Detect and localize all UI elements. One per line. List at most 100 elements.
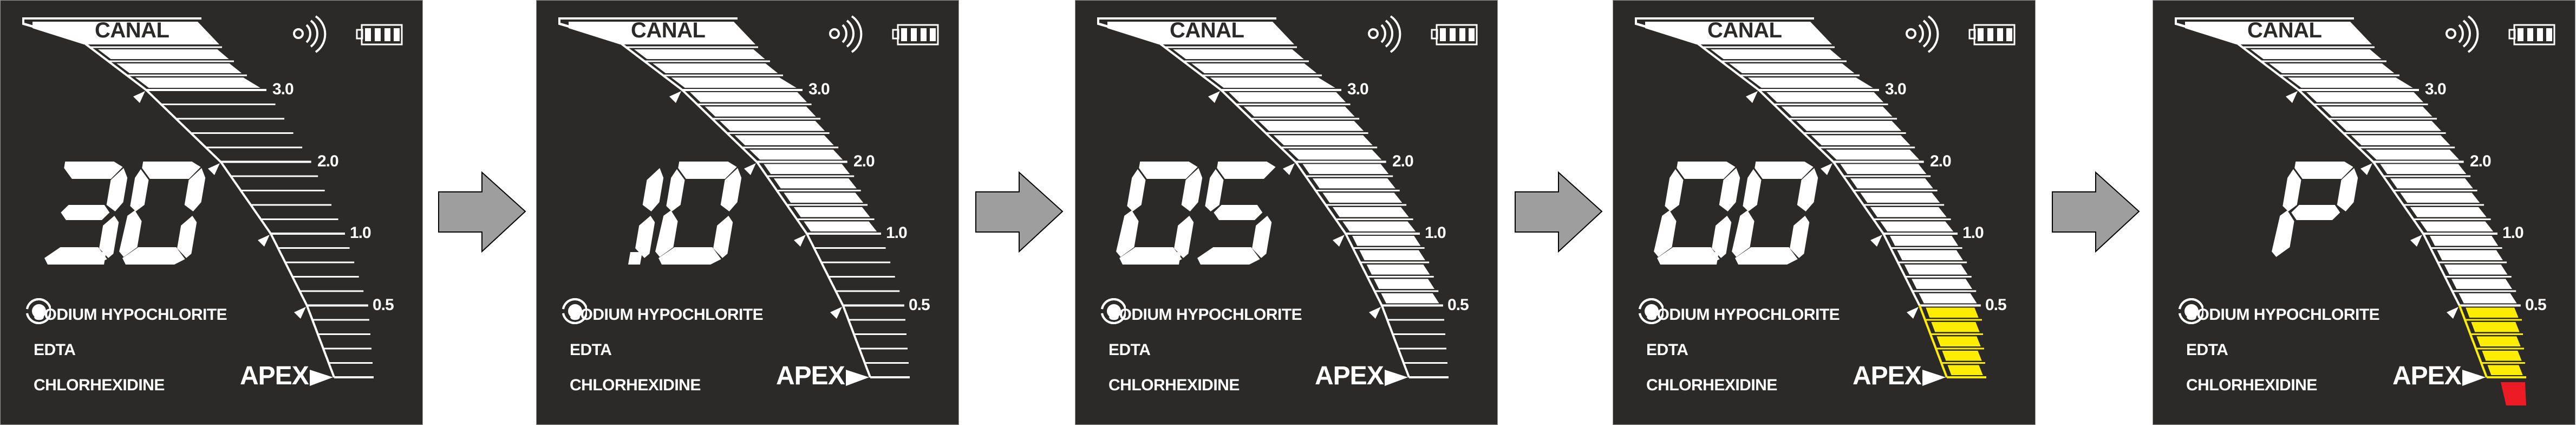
depth-segment — [1374, 279, 1434, 289]
irrigant-option-chlorhexidine[interactable]: CHLORHEXIDINE — [559, 298, 763, 403]
apex-locator-display-3: CANAL 3.0 2.0 1.0 0.5 APEX SODIUM HYPOCHLOR… — [1075, 0, 1498, 425]
scale-label-2-0: 2.0 — [317, 152, 339, 170]
depth-segment — [1870, 207, 1947, 217]
seven-segment-readout — [1654, 162, 1818, 265]
irrigant-option-sodium-hypochlorite[interactable]: SODIUM HYPOCHLORITE — [2175, 297, 2380, 332]
irrigant-option-chlorhexidine[interactable]: CHLORHEXIDINE — [1635, 298, 1840, 403]
apex-locator-display-1: CANAL 3.0 2.0 1.0 0.5 APEX SODIUM HYPOCHLOR… — [0, 0, 423, 425]
irrigant-option-edta[interactable]: EDTA — [559, 298, 763, 368]
top-depth-segment — [1747, 78, 1873, 88]
digit-segment-a — [678, 162, 737, 179]
irrigant-option-label: SODIUM HYPOCHLORITE — [34, 305, 227, 324]
scale-marker-icon — [794, 235, 806, 247]
seven-segment-readout — [1116, 162, 1276, 265]
depth-segment — [1890, 236, 1959, 246]
top-depth-segment — [1173, 49, 1304, 59]
irrigant-option-edta[interactable]: EDTA — [1098, 298, 1302, 368]
irrigant-option-chlorhexidine[interactable]: CHLORHEXIDINE — [23, 298, 227, 403]
scale-marker-icon — [2447, 307, 2458, 319]
seven-segment-readout — [2272, 162, 2358, 257]
irrigant-option-label: SODIUM HYPOCHLORITE — [1108, 305, 1302, 324]
scale-marker-icon — [1283, 163, 1295, 175]
irrigant-option-label: EDTA — [1108, 340, 1151, 359]
depth-segment — [2336, 121, 2442, 131]
apex-arrow-icon — [2462, 370, 2486, 386]
scale-marker-icon — [2410, 235, 2422, 247]
apex-arrow-icon — [1922, 370, 1946, 386]
digit-segment-g — [61, 205, 110, 220]
overshoot-segment — [2501, 382, 2526, 405]
scale-marker-icon — [2286, 91, 2298, 103]
radio-unselected-icon — [1639, 298, 1664, 324]
scale-marker-icon — [1333, 235, 1345, 247]
digit-segment-c — [177, 216, 197, 258]
irrigant-option-chlorhexidine[interactable]: CHLORHEXIDINE — [2175, 298, 2379, 403]
scale-marker-icon — [2360, 163, 2372, 175]
irrigant-option-chlorhexidine[interactable]: CHLORHEXIDINE — [1098, 298, 1302, 403]
apex-label: APEX — [1853, 362, 1922, 390]
digit-segment-b — [642, 168, 664, 211]
irrigant-option-edta[interactable]: EDTA — [1635, 298, 1840, 368]
scale-marker-icon — [1907, 307, 1919, 319]
scale-label-0-5: 0.5 — [2525, 296, 2547, 314]
scale-label-1-0: 1.0 — [2502, 224, 2524, 242]
depth-segment — [1342, 221, 1416, 231]
depth-segment — [773, 178, 857, 189]
depth-segment — [1860, 192, 1940, 203]
irrigant-option-sodium-hypochlorite[interactable]: SODIUM HYPOCHLORITE — [1635, 297, 1840, 332]
depth-segment — [734, 135, 834, 145]
canal-label: CANAL — [2247, 18, 2322, 42]
depth-segment — [1766, 92, 1884, 102]
warning-depth-segment — [1931, 322, 1980, 332]
digit-segment-f — [1743, 169, 1762, 211]
depth-segment — [2366, 150, 2460, 160]
depth-segment — [1912, 279, 1972, 289]
scale-label-2-0: 2.0 — [853, 152, 875, 170]
top-depth-segment — [671, 78, 797, 88]
digit-segment-c — [1790, 216, 1810, 258]
battery-full-icon — [356, 24, 403, 46]
irrigant-option-edta[interactable]: EDTA — [23, 298, 227, 368]
depth-segment — [705, 106, 816, 117]
depth-segment — [1880, 221, 1954, 231]
digit-segment-f — [1127, 169, 1146, 211]
irrigant-option-label: CHLORHEXIDINE — [570, 376, 701, 394]
sensor-signal-icon — [829, 15, 863, 53]
irrigant-option-sodium-hypochlorite[interactable]: SODIUM HYPOCHLORITE — [1098, 297, 1302, 332]
scale-label-1-0: 1.0 — [1962, 224, 1984, 242]
digit-segment-c — [1174, 216, 1194, 258]
seven-segment-readout — [44, 162, 206, 265]
scale-label-0-5: 0.5 — [1447, 296, 1469, 314]
scale-marker-icon — [1369, 307, 1381, 319]
apex-label: APEX — [1315, 362, 1384, 390]
depth-segment — [1273, 135, 1373, 145]
scale-label-2-0: 2.0 — [2470, 152, 2492, 170]
sensor-signal-icon — [1906, 15, 1939, 53]
top-depth-segment — [2287, 78, 2413, 88]
depth-segment — [2444, 265, 2508, 275]
digit-segment-e — [2272, 210, 2294, 257]
next-step-arrow-icon — [1515, 171, 1603, 253]
top-depth-segment — [1210, 78, 1335, 88]
apex-label: APEX — [2392, 362, 2462, 390]
scale-marker-icon — [258, 235, 270, 247]
depth-segment — [2351, 135, 2450, 145]
decimal-point — [1705, 252, 1719, 265]
apex-arrow-icon — [846, 370, 869, 386]
irrigant-option-label: SODIUM HYPOCHLORITE — [1646, 305, 1840, 324]
battery-full-icon — [1431, 24, 1478, 46]
irrigant-option-sodium-hypochlorite[interactable]: SODIUM HYPOCHLORITE — [559, 297, 764, 332]
digit-segment-g — [2291, 205, 2340, 220]
irrigant-option-sodium-hypochlorite[interactable]: SODIUM HYPOCHLORITE — [23, 297, 227, 332]
digit-segment-a — [1677, 162, 1736, 179]
irrigant-option-edta[interactable]: EDTA — [2175, 298, 2379, 368]
depth-segment — [1840, 164, 1927, 174]
depth-segment — [2380, 164, 2467, 174]
digit-segment-c — [713, 216, 733, 258]
sensor-signal-icon — [293, 15, 327, 53]
depth-segment — [804, 221, 877, 231]
depth-segment — [793, 207, 870, 217]
irrigant-selector: SODIUM HYPOCHLORITE EDTA CHLORHEXIDINE — [559, 297, 764, 403]
depth-segment — [1850, 178, 1933, 189]
depth-segment — [1352, 236, 1421, 246]
